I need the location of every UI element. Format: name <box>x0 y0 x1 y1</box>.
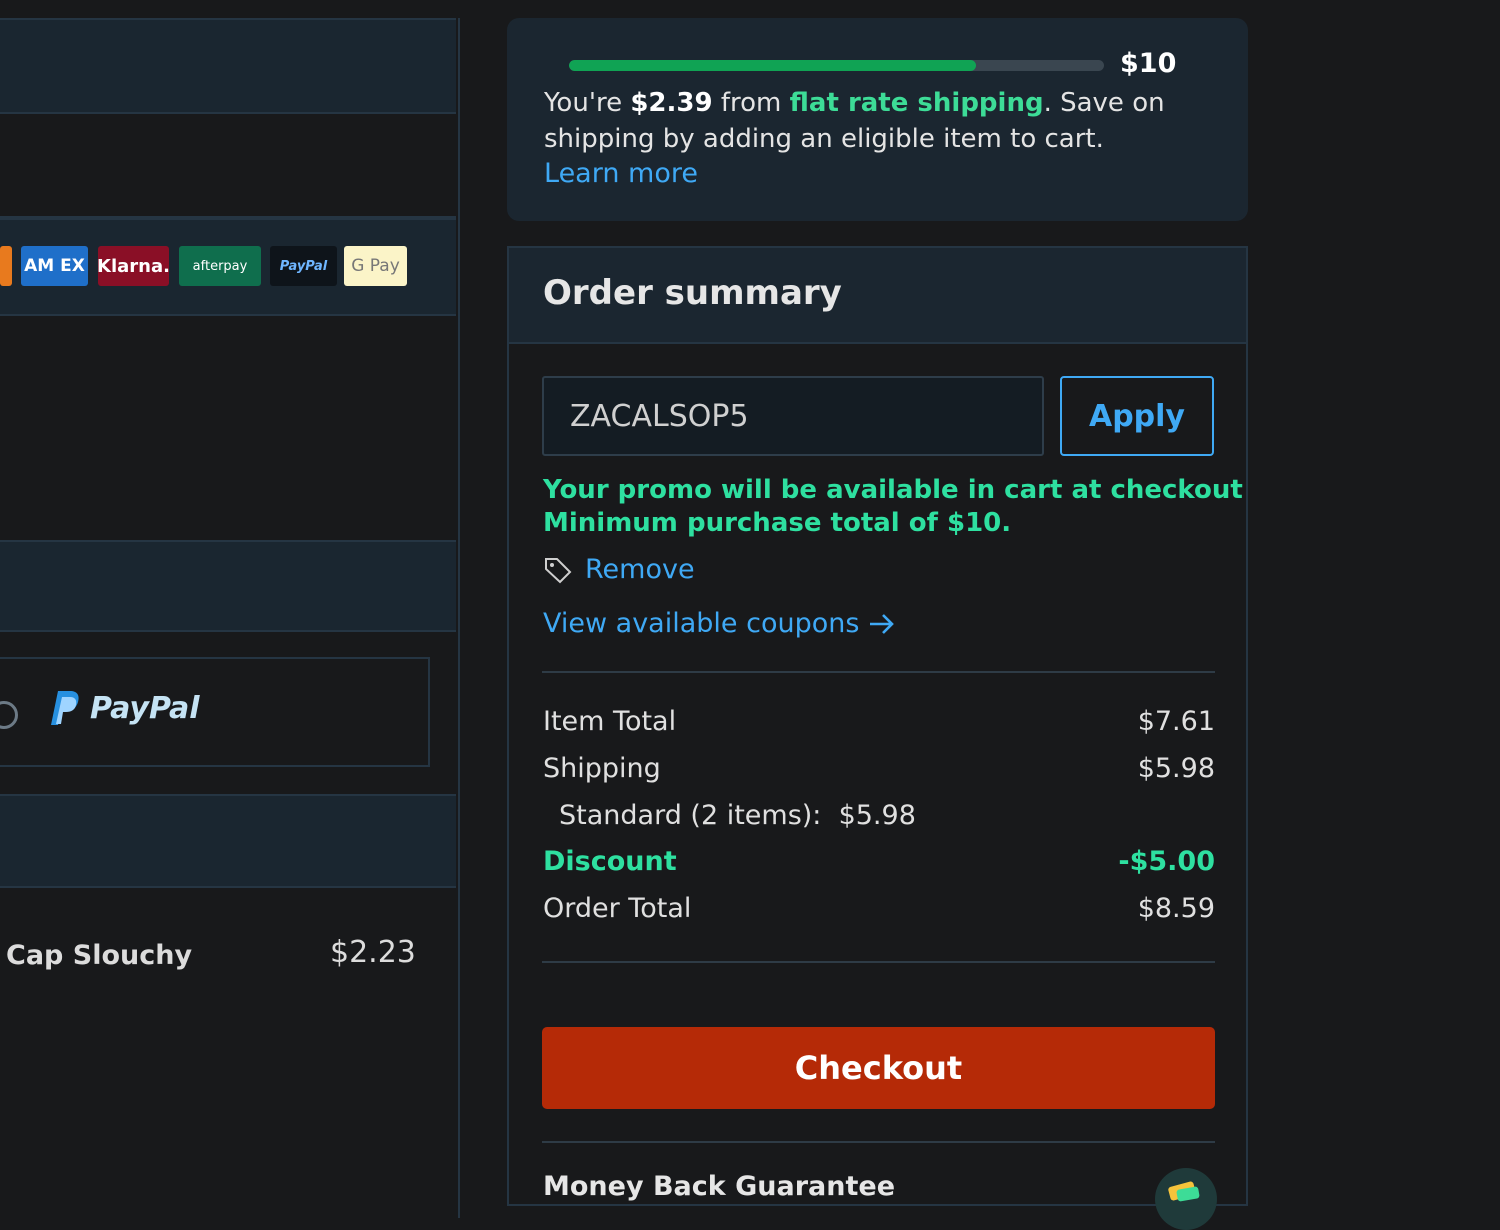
remove-promo-link[interactable]: Remove <box>585 554 695 585</box>
paypal-logo: PayPal <box>50 689 200 727</box>
order-total-row: Order Total $8.59 <box>543 893 1215 924</box>
shipping-threshold: $10 <box>1120 48 1177 79</box>
order-summary-panel: Order summary Apply Your promo will be a… <box>507 246 1248 1230</box>
remove-promo-row[interactable]: Remove <box>543 554 695 585</box>
order-summary-title: Order summary <box>543 273 842 313</box>
cart-item-name: Cap Slouchy <box>6 940 193 971</box>
learn-more-link[interactable]: Learn more <box>544 158 698 189</box>
shipping-value: $5.98 <box>1137 753 1215 784</box>
paypal-radio-button[interactable] <box>0 701 18 729</box>
shipping-progress-fill <box>569 60 976 71</box>
standard-shipping-label: Standard (2 items): <box>559 800 822 831</box>
order-summary-header: Order summary <box>509 248 1246 344</box>
paypal-p-icon <box>51 691 79 725</box>
paypal-label: PayPal <box>90 690 200 726</box>
divider <box>542 671 1215 673</box>
shipping-progress-bar <box>569 60 1104 71</box>
view-coupons-label: View available coupons <box>543 608 860 639</box>
shipping-row: Shipping $5.98 <box>543 753 1215 784</box>
klarna-icon: Klarna. <box>97 246 170 286</box>
apply-promo-button[interactable]: Apply <box>1060 376 1214 456</box>
item-total-value: $7.61 <box>1137 706 1215 737</box>
order-total-label: Order Total <box>543 893 692 924</box>
paypal-card-icon: PayPal <box>270 246 337 286</box>
money-icon <box>1168 1181 1200 1202</box>
amount-away: $2.39 <box>630 88 713 118</box>
guarantee-badge-icon <box>1155 1168 1217 1230</box>
discover-card-icon <box>0 246 12 286</box>
shipping-message: You're $2.39 from flat rate shipping. Sa… <box>544 88 1165 154</box>
promo-message-line2: Minimum purchase total of $10. <box>543 508 1012 538</box>
section-header-top <box>0 18 456 114</box>
shipping-label: Shipping <box>543 753 661 784</box>
discount-value: -$5.00 <box>1118 846 1215 877</box>
amex-card-icon: AM EX <box>21 246 88 286</box>
flat-rate-label: flat rate shipping <box>789 88 1044 118</box>
section-body-empty <box>0 316 456 540</box>
section-header-payment <box>0 540 456 632</box>
checkout-left-column: AM EX Klarna. afterpay PayPal G Pay PayP… <box>0 18 460 1218</box>
view-coupons-link[interactable]: View available coupons <box>543 608 897 639</box>
section-body <box>0 114 456 218</box>
google-pay-icon: G Pay <box>344 246 407 286</box>
standard-shipping-row: Standard (2 items): $5.98 <box>559 800 916 831</box>
divider <box>542 961 1215 963</box>
promo-code-input[interactable] <box>542 376 1044 456</box>
money-back-guarantee-label: Money Back Guarantee <box>543 1171 896 1202</box>
discount-row: Discount -$5.00 <box>543 846 1215 877</box>
promo-message-line1: Your promo will be available in cart at … <box>543 475 1243 505</box>
section-header-items <box>0 794 456 888</box>
standard-shipping-value: $5.98 <box>838 800 916 831</box>
paypal-payment-option[interactable]: PayPal <box>0 657 430 767</box>
cart-item-price: $2.23 <box>330 935 416 970</box>
flat-rate-shipping-banner: $10 You're $2.39 from flat rate shipping… <box>507 18 1248 221</box>
discount-label: Discount <box>543 846 677 877</box>
arrow-right-icon <box>870 613 895 634</box>
tag-icon <box>545 557 572 583</box>
promo-message: Your promo will be available in cart at … <box>543 474 1243 540</box>
checkout-button[interactable]: Checkout <box>542 1027 1215 1109</box>
order-total-value: $8.59 <box>1137 893 1215 924</box>
afterpay-icon: afterpay <box>179 246 261 286</box>
item-total-label: Item Total <box>543 706 677 737</box>
item-total-row: Item Total $7.61 <box>543 706 1215 737</box>
divider <box>542 1141 1215 1143</box>
